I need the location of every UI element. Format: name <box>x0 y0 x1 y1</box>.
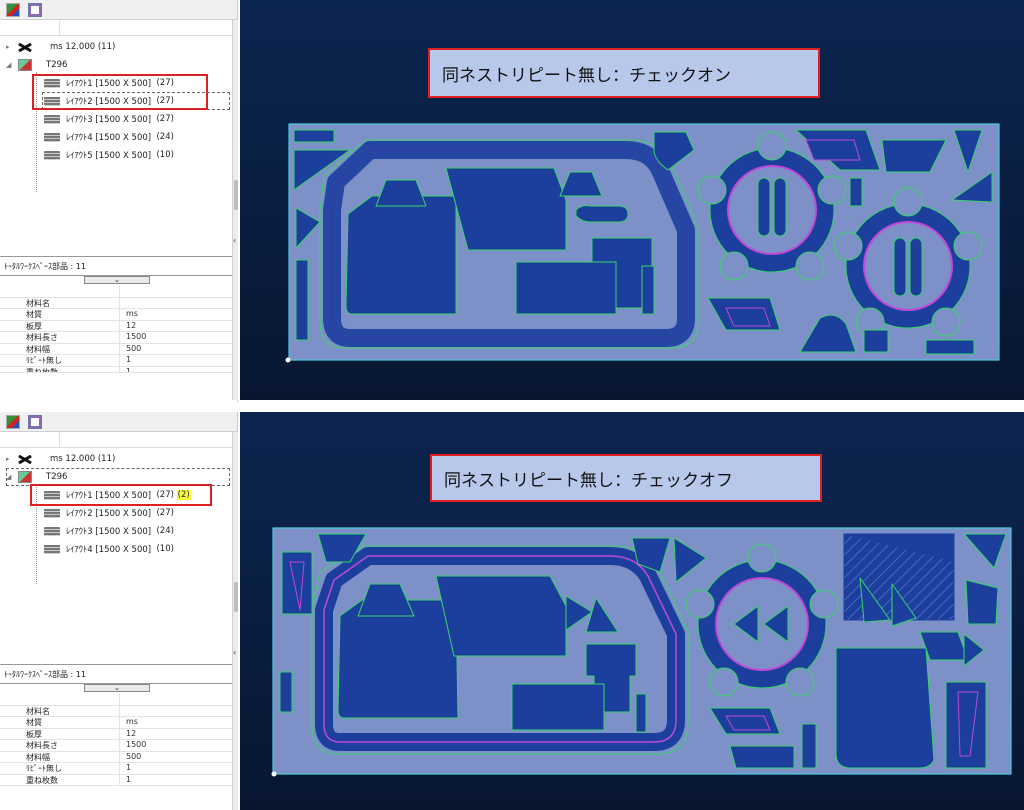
splitter-grip[interactable]: ⌄ <box>84 684 150 692</box>
panel-check-on: ▸ ms 12.000 (11) ◢ T296 ﾚｲｱｳﾄ1 [1500 X 5… <box>0 0 1024 402</box>
tree-item-layout-3[interactable]: ﾚｲｱｳﾄ3 [1500 X 500] (24) <box>44 522 174 540</box>
layout-view-icon[interactable] <box>28 414 42 429</box>
layout-count: (10) <box>156 150 174 160</box>
tree-item-layout-2[interactable]: ﾚｲｱｳﾄ2 [1500 X 500] (27) <box>44 504 174 522</box>
vertical-scrollbar[interactable] <box>232 432 238 810</box>
nest-tree: ▸ ms 12.000 (11) ◢ T296 ﾚｲｱｳﾄ1 [1500 X 5… <box>0 36 237 256</box>
tree-item-machine[interactable]: ▸ ms 12.000 (11) <box>6 450 115 468</box>
prop-row[interactable]: 材料長さ 1500 <box>0 740 232 752</box>
prop-row[interactable]: 材質 ms <box>0 309 232 321</box>
expand-icon[interactable]: ▸ <box>6 455 14 463</box>
prop-row[interactable]: 重ね枚数 1 <box>0 366 232 373</box>
layout-view-icon[interactable] <box>28 2 42 17</box>
prop-row[interactable]: 材料幅 500 <box>0 751 232 763</box>
total-parts-label: ﾄｰﾀﾙﾜｰｸｽﾍﾟｰｽ部品 : 11 <box>0 256 232 276</box>
prop-row[interactable]: 重ね枚数 1 <box>0 774 232 786</box>
prop-row[interactable]: ﾘﾋﾟｰﾄ無し 1 <box>0 763 232 775</box>
prop-row[interactable]: 材料名 <box>0 705 232 717</box>
layout-label: ﾚｲｱｳﾄ4 [1500 X 500] <box>66 133 152 143</box>
layout-count: (24) <box>156 132 174 142</box>
prop-row[interactable]: 材質 ms <box>0 717 232 729</box>
layout-icon <box>44 132 60 142</box>
nest-tree: ▸ ms 12.000 (11) ◢ T296 ﾚｲｱｳﾄ1 [1500 X 5… <box>0 448 237 668</box>
prop-row[interactable]: 材料長さ 1500 <box>0 332 232 344</box>
nest-view-icon[interactable] <box>6 2 20 17</box>
highlight-box <box>32 74 208 110</box>
layout-count: (10) <box>156 544 174 554</box>
layout-count: (24) <box>156 526 174 536</box>
machine-label: ms 12.000 (11) <box>50 454 116 464</box>
tree-item-layout-5[interactable]: ﾚｲｱｳﾄ5 [1500 X 500] (10) <box>44 146 174 164</box>
total-parts-label: ﾄｰﾀﾙﾜｰｸｽﾍﾟｰｽ部品 : 11 <box>0 664 232 684</box>
tree-item-layout-3[interactable]: ﾚｲｱｳﾄ3 [1500 X 500] (27) <box>44 110 174 128</box>
sheet-label: T296 <box>46 60 68 70</box>
expand-icon[interactable]: ▸ <box>6 43 14 51</box>
prop-row[interactable]: 材料名 <box>0 297 232 309</box>
layout-label: ﾚｲｱｳﾄ5 [1500 X 500] <box>66 151 152 161</box>
prop-row[interactable]: 板厚 12 <box>0 320 232 332</box>
splitter-grip[interactable]: ⌄ <box>84 276 150 284</box>
layout-label: ﾚｲｱｳﾄ3 [1500 X 500] <box>66 527 152 537</box>
left-pane: ▸ ms 12.000 (11) ◢ T296 ﾚｲｱｳﾄ1 [1500 X 5… <box>0 412 238 810</box>
machine-icon <box>18 454 34 464</box>
prop-row <box>0 286 232 298</box>
layout-icon <box>44 114 60 124</box>
tree-item-machine[interactable]: ▸ ms 12.000 (11) <box>6 38 115 56</box>
prop-row[interactable]: 材料幅 500 <box>0 343 232 355</box>
property-grid: 材料名 材質 ms 板厚 12 材料長さ 1500 材料幅 500 ﾘﾋﾟｰﾄ無し 1 重… <box>0 286 232 373</box>
prop-row[interactable]: ﾘﾋﾟｰﾄ無し 1 <box>0 355 232 367</box>
collapse-pane-arrow[interactable]: ‹ <box>233 236 236 245</box>
layout-icon <box>44 150 60 160</box>
layout-icon <box>44 508 60 518</box>
layout-count: (27) <box>156 508 174 518</box>
highlight-box <box>30 484 212 506</box>
layout-label: ﾚｲｱｳﾄ3 [1500 X 500] <box>66 115 152 125</box>
vertical-scrollbar[interactable] <box>232 20 238 400</box>
property-grid: 材料名 材質 ms 板厚 12 材料長さ 1500 材料幅 500 ﾘﾋﾟｰﾄ無し 1 重… <box>0 694 232 786</box>
layout-icon <box>44 544 60 554</box>
prop-row[interactable]: 板厚 12 <box>0 728 232 740</box>
nest-canvas[interactable]: 同ネストリピート無し：チェックオン <box>240 0 1024 400</box>
machine-icon <box>18 42 34 52</box>
prop-row <box>0 694 232 706</box>
pane-toolbar <box>0 0 237 20</box>
tree-item-layout-4[interactable]: ﾚｲｱｳﾄ4 [1500 X 500] (10) <box>44 540 174 558</box>
machine-label: ms 12.000 (11) <box>50 42 116 52</box>
tree-column-header <box>0 20 237 36</box>
layout-label: ﾚｲｱｳﾄ2 [1500 X 500] <box>66 509 152 519</box>
nest-drawing <box>285 123 1000 363</box>
collapse-icon[interactable]: ◢ <box>6 61 14 69</box>
layout-icon <box>44 526 60 536</box>
sheet-icon <box>18 59 32 71</box>
layout-label: ﾚｲｱｳﾄ4 [1500 X 500] <box>66 545 152 555</box>
tree-column-header <box>0 432 237 448</box>
nest-view-icon[interactable] <box>6 414 20 429</box>
tree-item-layout-4[interactable]: ﾚｲｱｳﾄ4 [1500 X 500] (24) <box>44 128 174 146</box>
collapse-pane-arrow[interactable]: ‹ <box>233 648 236 657</box>
left-pane: ▸ ms 12.000 (11) ◢ T296 ﾚｲｱｳﾄ1 [1500 X 5… <box>0 0 238 402</box>
nest-drawing <box>271 527 1012 777</box>
layout-count: (27) <box>156 114 174 124</box>
pane-toolbar <box>0 412 237 432</box>
nest-canvas[interactable]: 同ネストリピート無し：チェックオフ <box>240 412 1024 810</box>
panel-check-off: ▸ ms 12.000 (11) ◢ T296 ﾚｲｱｳﾄ1 [1500 X 5… <box>0 412 1024 810</box>
